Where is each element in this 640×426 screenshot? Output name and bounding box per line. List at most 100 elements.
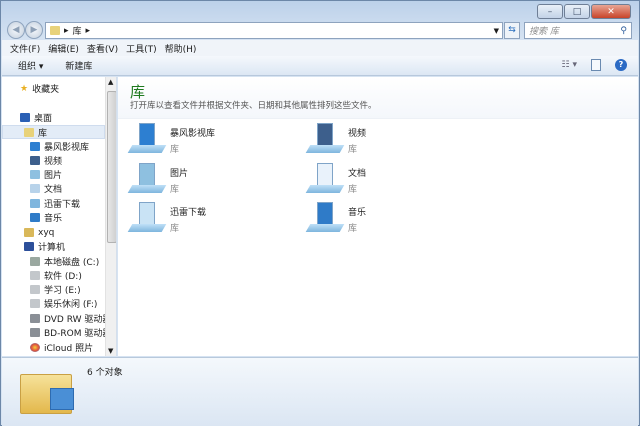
history-dropdown-icon[interactable]: ▼	[494, 27, 499, 35]
library-name: 音乐	[348, 208, 367, 218]
drive-icon	[30, 285, 40, 294]
nav-label: DVD RW 驱动器	[44, 315, 112, 325]
nav-user[interactable]: xyq	[24, 226, 54, 239]
library-type: 库	[170, 224, 180, 234]
window-controls: – □ ✕	[537, 4, 631, 19]
library-icon	[305, 163, 345, 193]
library-type: 库	[170, 185, 180, 195]
library-name: 视频	[348, 129, 367, 139]
icloud-photos-icon	[30, 343, 40, 352]
new-library-button[interactable]: 新建库	[65, 59, 92, 72]
menu-bar: 文件(F) 编辑(E) 查看(V) 工具(T) 帮助(H)	[2, 40, 638, 56]
library-icon	[305, 202, 345, 232]
nav-drive-f[interactable]: 娱乐休闲 (F:)	[30, 297, 97, 310]
chevron-right-icon: ▸	[64, 25, 69, 36]
library-folder-large-icon	[20, 368, 74, 414]
menu-edit[interactable]: 编辑(E)	[48, 42, 79, 55]
back-button[interactable]: ◀	[7, 21, 25, 39]
nav-label: 桌面	[34, 114, 53, 124]
search-input[interactable]: 搜索 库 ⚲	[524, 22, 632, 39]
page-subtitle: 打开库以查看文件并根据文件夹、日期和其他属性排列这些文件。	[130, 101, 377, 111]
nav-label: 学习 (E:)	[44, 286, 81, 296]
maximize-button[interactable]: □	[564, 4, 590, 19]
library-header: 库 打开库以查看文件并根据文件夹、日期和其他属性排列这些文件。	[118, 77, 638, 119]
organize-button[interactable]: 组织 ▾	[18, 59, 43, 72]
menu-tools[interactable]: 工具(T)	[126, 42, 157, 55]
library-icon	[127, 202, 167, 232]
star-icon: ★	[20, 83, 29, 94]
library-name: 暴风影视库	[170, 129, 216, 139]
menu-help[interactable]: 帮助(H)	[165, 42, 197, 55]
nav-label: 软件 (D:)	[44, 272, 82, 282]
nav-drive-d[interactable]: 软件 (D:)	[30, 269, 82, 282]
library-name: 迅雷下载	[170, 208, 207, 218]
command-bar: 组织 ▾ 新建库	[2, 56, 638, 76]
nav-dvd-drive[interactable]: DVD RW 驱动器	[30, 312, 111, 325]
details-pane: 6 个对象	[2, 357, 638, 426]
view-options-icon[interactable]: ☷ ▾	[562, 60, 577, 70]
nav-label: 暴风影视库	[44, 143, 90, 153]
drive-icon	[30, 299, 40, 308]
music-icon	[30, 213, 40, 222]
drive-icon	[30, 271, 40, 280]
selection-highlight	[2, 125, 105, 139]
nav-drive-c[interactable]: 本地磁盘 (C:)	[30, 255, 99, 268]
computer-icon	[24, 242, 34, 251]
nav-lib-xunlei[interactable]: 迅雷下载	[30, 197, 80, 210]
nav-label: iCloud 照片	[44, 344, 94, 354]
scrollbar-thumb[interactable]	[107, 91, 116, 243]
nav-lib-documents[interactable]: 文档	[30, 182, 62, 195]
library-item[interactable]: 图片库	[127, 163, 189, 195]
nav-label: 迅雷下载	[44, 200, 81, 210]
nav-favorites[interactable]: ★ 收藏夹	[20, 82, 60, 96]
help-icon[interactable]: ?	[615, 59, 627, 71]
chevron-right-icon[interactable]: ▸	[86, 26, 91, 36]
breadcrumb-library[interactable]: 库	[73, 24, 82, 37]
download-icon	[30, 199, 40, 208]
library-name: 图片	[170, 169, 189, 179]
nav-lib-videos[interactable]: 视频	[30, 154, 62, 167]
library-folder-icon	[50, 26, 60, 35]
scroll-up-icon[interactable]: ▲	[108, 78, 113, 86]
library-type: 库	[348, 185, 358, 195]
menu-file[interactable]: 文件(F)	[10, 42, 40, 55]
nav-label: 文档	[44, 185, 63, 195]
library-item[interactable]: 视频库	[305, 123, 367, 155]
library-item[interactable]: 迅雷下载库	[127, 202, 207, 234]
preview-pane-icon[interactable]	[591, 59, 601, 71]
nav-scrollbar[interactable]: ▲ ▼	[105, 77, 116, 356]
search-icon: ⚲	[620, 25, 627, 36]
nav-label: 本地磁盘 (C:)	[44, 258, 100, 268]
address-bar[interactable]: ▸ 库 ▸ ▼	[45, 22, 503, 39]
library-icon	[305, 123, 345, 153]
minimize-button[interactable]: –	[537, 4, 563, 19]
nav-computer[interactable]: 计算机	[24, 240, 65, 253]
video-icon	[30, 156, 40, 165]
nav-desktop[interactable]: 桌面	[20, 111, 52, 124]
nav-lib-music[interactable]: 音乐	[30, 211, 62, 224]
forward-button[interactable]: ▶	[25, 21, 43, 39]
video-library-icon	[30, 142, 40, 151]
nav-drive-e[interactable]: 学习 (E:)	[30, 283, 81, 296]
nav-label: 收藏夹	[32, 85, 60, 95]
desktop-icon	[20, 113, 30, 122]
close-button[interactable]: ✕	[591, 4, 631, 19]
nav-network[interactable]: 网络	[24, 355, 56, 356]
library-type: 库	[348, 145, 358, 155]
nav-label: 库	[38, 129, 48, 139]
library-icon	[24, 128, 34, 137]
nav-icloud-photos[interactable]: iCloud 照片	[30, 341, 93, 354]
nav-bd-drive[interactable]: BD-ROM 驱动器	[30, 326, 111, 339]
nav-libraries[interactable]: 库	[24, 126, 47, 139]
library-item[interactable]: 文档库	[305, 163, 366, 195]
nav-lib-baofeng[interactable]: 暴风影视库	[30, 140, 89, 153]
library-item[interactable]: 暴风影视库库	[127, 123, 216, 155]
content-pane: 库 打开库以查看文件并根据文件夹、日期和其他属性排列这些文件。 暴风影视库库 视…	[118, 77, 638, 356]
picture-icon	[30, 170, 40, 179]
menu-view[interactable]: 查看(V)	[87, 42, 118, 55]
drive-icon	[30, 257, 40, 266]
nav-lib-pictures[interactable]: 图片	[30, 168, 62, 181]
scroll-down-icon[interactable]: ▼	[108, 347, 113, 355]
refresh-button[interactable]: ⇆	[504, 22, 520, 39]
library-item[interactable]: 音乐库	[305, 202, 367, 234]
